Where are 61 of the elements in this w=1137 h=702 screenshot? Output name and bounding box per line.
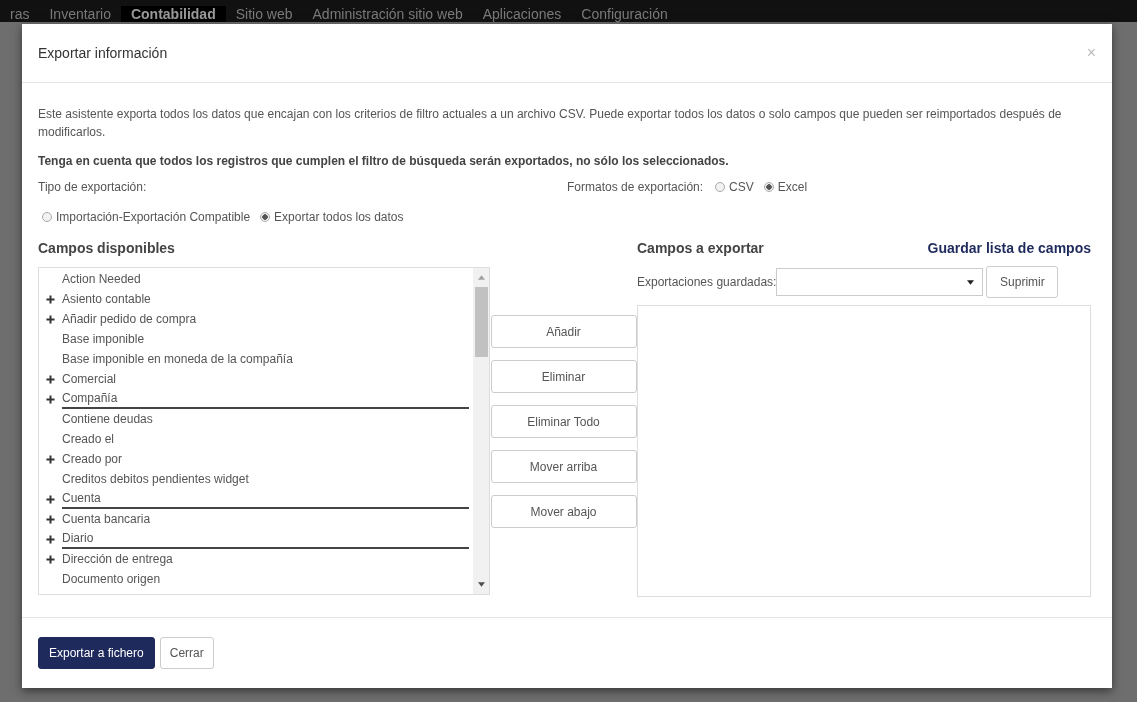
action-button[interactable]: Eliminar (490, 360, 637, 393)
top-menu-item[interactable]: Aplicaciones (472, 6, 572, 22)
plus-icon[interactable] (46, 374, 55, 384)
field-item[interactable]: Compañía (62, 389, 469, 409)
radio-button[interactable] (763, 182, 774, 192)
top-menu-item[interactable]: Administración sitio web (302, 6, 473, 22)
field-item[interactable]: Comercial (62, 370, 469, 388)
dialog-title: Exportar información (38, 45, 168, 61)
radio-label[interactable]: Excel (777, 179, 808, 195)
intro-text: Este asistente exporta todos los datos que encajan con los criterios de filtro actuales a un archivo CSV. Puede exportar todos los datos o solo campos que pueden ser reimportados después de modificarlos. (38, 106, 1063, 141)
field-item[interactable]: Action Needed (62, 270, 469, 288)
field-item[interactable]: Contiene deudas (62, 410, 469, 428)
action-button[interactable]: Mover abajo (490, 495, 637, 528)
export-type-label: Tipo de exportación: (38, 179, 148, 195)
top-menu-item[interactable]: Sitio web (225, 6, 303, 22)
available-fields-heading: Campos disponibles (38, 239, 176, 258)
field-item[interactable]: Creado el (62, 430, 469, 448)
field-item[interactable]: Asiento contable (62, 290, 469, 308)
field-item[interactable]: Base imponible en moneda de la compañía (62, 350, 469, 368)
field-item[interactable]: Diario (62, 529, 469, 549)
field-item[interactable]: Creditos debitos pendientes widget (62, 470, 469, 488)
plus-icon[interactable] (46, 294, 55, 304)
field-item[interactable]: Añadir pedido de compra (62, 310, 469, 328)
scroll-down-icon[interactable] (477, 582, 485, 587)
plus-icon[interactable] (46, 454, 55, 464)
plus-icon[interactable] (46, 494, 55, 504)
radio-button[interactable] (715, 182, 726, 192)
field-item[interactable]: Base imponible (62, 330, 469, 348)
export-button[interactable]: Exportar a fichero (38, 637, 155, 669)
formats-label: Formatos de exportación: (567, 179, 704, 195)
field-item[interactable]: Cuenta (62, 489, 469, 509)
top-menu-item[interactable]: Contabilidad (120, 6, 226, 22)
radio-button[interactable] (42, 212, 52, 222)
plus-icon[interactable] (46, 554, 55, 564)
action-button[interactable]: Eliminar Todo (490, 405, 637, 438)
field-item[interactable]: Dirección de entrega (62, 550, 469, 568)
radio-label[interactable]: Exportar todos los datos (274, 209, 404, 225)
plus-icon[interactable] (46, 534, 55, 544)
top-menu-item[interactable]: ras (0, 6, 40, 22)
radio-button[interactable] (260, 212, 271, 222)
top-menu-item[interactable]: Configuración (571, 6, 678, 22)
warning-text: Tenga en cuenta que todos los registros que cumplen el filtro de búsqueda serán exportados, no sólo los seleccionados. (38, 153, 730, 170)
saved-exports-label: Exportaciones guardadas: (637, 275, 777, 289)
radio-label[interactable]: Importación-Exportación Compatible (56, 209, 251, 225)
close-dialog-button[interactable]: Cerrar (159, 637, 214, 669)
plus-icon[interactable] (46, 394, 55, 404)
action-button[interactable]: Añadir (490, 315, 637, 348)
top-menu-item[interactable]: Inventario (39, 6, 121, 22)
save-field-list-link[interactable]: Guardar lista de campos (927, 240, 1091, 256)
plus-icon[interactable] (46, 314, 55, 324)
field-item[interactable]: Cuenta bancaria (62, 510, 469, 528)
field-item[interactable]: Documento origen (62, 570, 469, 588)
caret-icon (967, 279, 975, 285)
action-button[interactable]: Mover arriba (490, 450, 637, 483)
field-item[interactable]: Creado por (62, 450, 469, 468)
scrollbar-thumb[interactable] (474, 287, 488, 357)
radio-label[interactable]: CSV (729, 179, 754, 195)
delete-button[interactable]: Suprimir (986, 266, 1059, 298)
export-fields-heading: Campos a exportar (637, 239, 764, 258)
scrollbar[interactable] (473, 268, 489, 594)
plus-icon[interactable] (46, 514, 55, 524)
